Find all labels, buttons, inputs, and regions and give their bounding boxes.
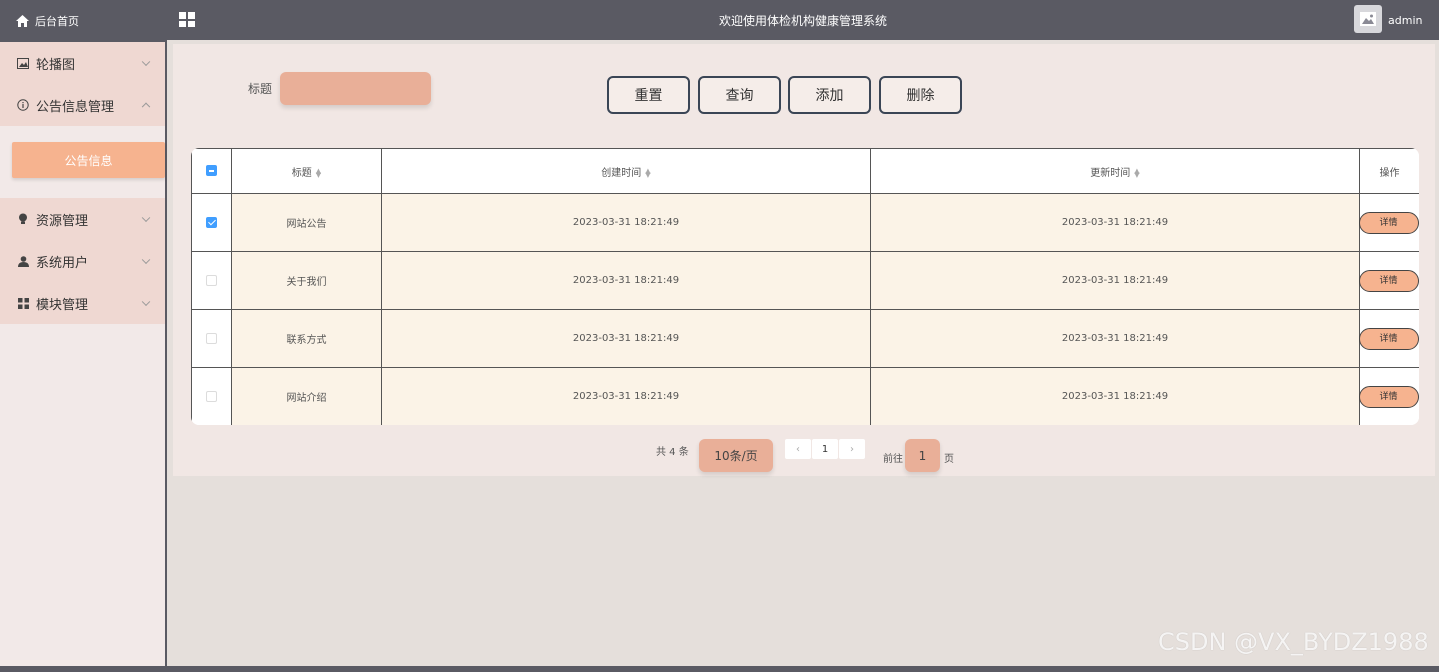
sidebar-item-label: 资源管理 [36, 213, 89, 229]
data-table: 标题 ▲ ▼ 创建时间 ▲ ▼ 更新时间 ▲ ▼ 操作 网站公告 2023-03-31 18… [191, 148, 1419, 425]
chevron-down-icon [141, 213, 151, 223]
page-number-button[interactable]: 1 [812, 439, 838, 459]
cell-updated: 2023-03-31 18:21:49 [870, 193, 1360, 252]
pagination-buttons: ‹ 1 › [785, 439, 866, 459]
goto-label: 前往 [883, 454, 903, 465]
image-icon [16, 57, 30, 69]
row-checkbox[interactable] [206, 216, 217, 228]
submenu-notice: 公告信息 [0, 126, 165, 198]
top-header: 欢迎使用体检机构健康管理系统 admin [167, 0, 1439, 40]
cell-created: 2023-03-31 18:21:49 [381, 251, 871, 310]
sidebar-item-label: 公告信息管理 [36, 99, 115, 115]
chevron-down-icon [141, 297, 151, 307]
username[interactable]: admin [1388, 14, 1422, 27]
image-icon [1360, 12, 1376, 26]
cell-updated: 2023-03-31 18:21:49 [870, 367, 1360, 425]
cell-created: 2023-03-31 18:21:49 [381, 309, 871, 368]
sidebar-item-notice-management[interactable]: 公告信息管理 [0, 84, 165, 126]
home-icon [16, 15, 29, 27]
bulb-icon [16, 213, 30, 225]
add-button[interactable]: 添加 [788, 76, 871, 114]
watermark: CSDN @VX_BYDZ1988 [1158, 628, 1429, 656]
detail-button[interactable]: 详情 [1358, 269, 1419, 292]
sidebar-item-system-users[interactable]: 系统用户 [0, 240, 165, 282]
query-button[interactable]: 查询 [698, 76, 781, 114]
sidebar-item-label: 模块管理 [36, 297, 89, 313]
module-icon [16, 297, 30, 309]
detail-button[interactable]: 详情 [1358, 385, 1419, 408]
table-row: 网站公告 2023-03-31 18:21:49 2023-03-31 18:2… [191, 193, 1419, 252]
pagination-total: 共 4 条 [656, 447, 689, 458]
chevron-down-icon [141, 255, 151, 265]
cell-updated: 2023-03-31 18:21:49 [870, 251, 1360, 310]
sidebar-home[interactable]: 后台首页 [0, 0, 165, 42]
sidebar-subitem-notice-info[interactable]: 公告信息 [12, 142, 165, 178]
table-row: 关于我们 2023-03-31 18:21:49 2023-03-31 18:2… [191, 251, 1419, 310]
sidebar-item-label: 轮播图 [36, 57, 76, 73]
title-search-input[interactable] [280, 72, 431, 105]
row-checkbox[interactable] [206, 274, 217, 286]
sort-icon[interactable]: ▲ ▼ [1134, 167, 1139, 178]
search-label: 标题 [248, 82, 273, 96]
delete-button[interactable]: 删除 [879, 76, 962, 114]
cell-title: 关于我们 [231, 251, 382, 310]
table-row: 联系方式 2023-03-31 18:21:49 2023-03-31 18:2… [191, 309, 1419, 368]
table-row: 网站介绍 2023-03-31 18:21:49 2023-03-31 18:2… [191, 367, 1419, 425]
select-all-checkbox[interactable] [206, 165, 217, 177]
cell-created: 2023-03-31 18:21:49 [381, 193, 871, 252]
page-size-select[interactable]: 10条/页 [699, 439, 773, 472]
select-all-cell [191, 148, 232, 194]
sidebar-home-label: 后台首页 [35, 15, 79, 28]
chevron-down-icon [141, 57, 151, 67]
page-suffix-label: 页 [944, 454, 954, 465]
sidebar: 后台首页 轮播图 公告信息管理 公告信息 资源管理 系统用户 模块管理 [0, 0, 167, 666]
detail-button[interactable]: 详情 [1358, 211, 1419, 234]
cell-title: 网站介绍 [231, 367, 382, 425]
user-icon [16, 255, 30, 267]
prev-page-button[interactable]: ‹ [785, 439, 811, 459]
sidebar-item-carousel[interactable]: 轮播图 [0, 42, 165, 84]
cell-created: 2023-03-31 18:21:49 [381, 367, 871, 425]
detail-button[interactable]: 详情 [1358, 327, 1419, 350]
main-panel: 标题 重置 查询 添加 删除 标题 ▲ ▼ 创建时间 ▲ ▼ 更新时间 ▲ ▼ 操作 [173, 44, 1435, 476]
info-icon [16, 99, 30, 111]
table-header-row: 标题 ▲ ▼ 创建时间 ▲ ▼ 更新时间 ▲ ▼ 操作 [191, 148, 1419, 194]
sidebar-item-module-management[interactable]: 模块管理 [0, 282, 165, 324]
cell-title: 联系方式 [231, 309, 382, 368]
avatar[interactable] [1354, 5, 1382, 33]
column-header-updated[interactable]: 更新时间 ▲ ▼ [870, 148, 1360, 194]
column-header-title[interactable]: 标题 ▲ ▼ [231, 148, 382, 194]
sort-icon[interactable]: ▲ ▼ [645, 167, 650, 178]
system-title: 欢迎使用体检机构健康管理系统 [718, 14, 887, 28]
cell-updated: 2023-03-31 18:21:49 [870, 309, 1360, 368]
chevron-up-icon [141, 102, 151, 112]
column-header-created[interactable]: 创建时间 ▲ ▼ [381, 148, 871, 194]
sidebar-item-label: 系统用户 [36, 255, 89, 271]
cell-title: 网站公告 [231, 193, 382, 252]
row-checkbox[interactable] [206, 390, 217, 402]
bottom-bar [0, 666, 1439, 672]
reset-button[interactable]: 重置 [607, 76, 690, 114]
goto-page-input[interactable]: 1 [905, 439, 940, 472]
next-page-button[interactable]: › [839, 439, 865, 459]
row-checkbox[interactable] [206, 332, 217, 344]
column-header-actions: 操作 [1359, 148, 1419, 194]
sort-icon[interactable]: ▲ ▼ [316, 167, 321, 178]
sidebar-item-resource-management[interactable]: 资源管理 [0, 198, 165, 240]
